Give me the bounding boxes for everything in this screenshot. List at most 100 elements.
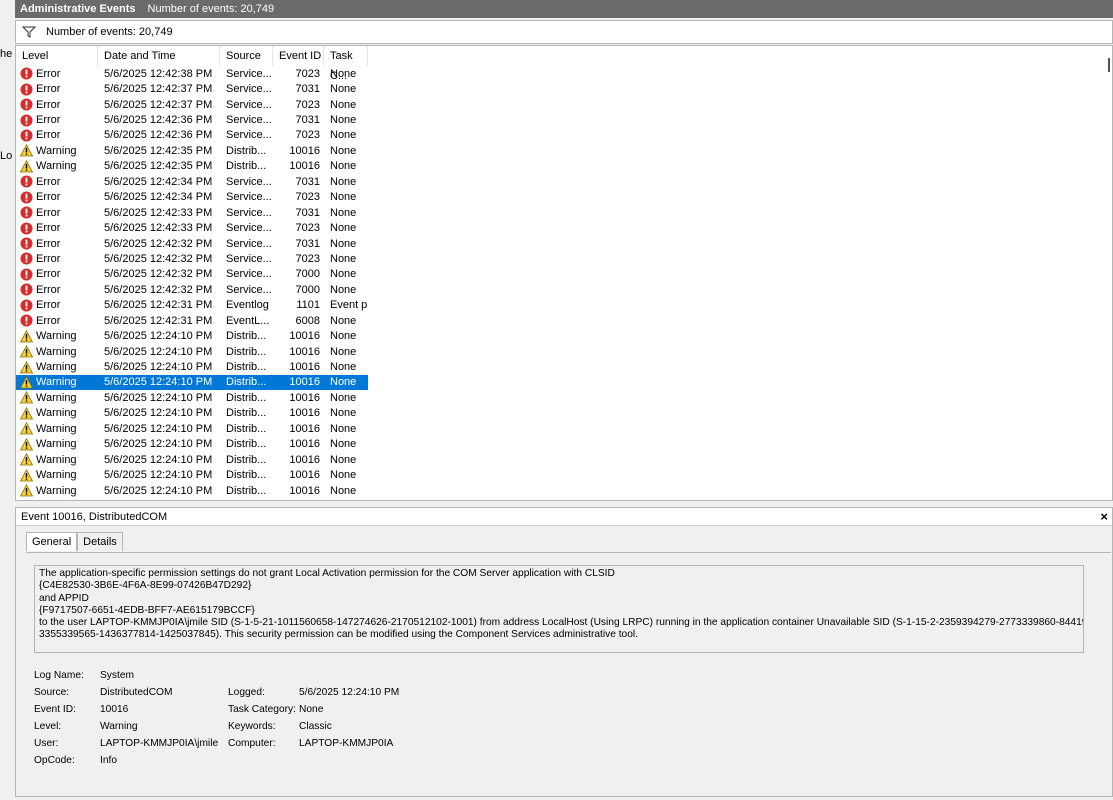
- table-row[interactable]: Error 5/6/2025 12:42:32 PM Service... 7031 N…: [16, 236, 368, 251]
- source-cell: Service...: [226, 252, 272, 265]
- event-id-cell: 10016: [289, 361, 320, 374]
- date-cell: 5/6/2025 12:42:32 PM: [104, 252, 213, 265]
- level-cell: Warning: [16, 360, 98, 374]
- task-category-cell: None: [330, 222, 357, 235]
- task-category-cell: None: [330, 252, 357, 265]
- event-id-cell: 10016: [289, 376, 320, 389]
- task-category-cell: None: [330, 283, 357, 296]
- table-row[interactable]: Error 5/6/2025 12:42:37 PM Service... 7031 N…: [16, 81, 368, 96]
- log-name-value: System: [100, 670, 134, 681]
- warning-icon: [20, 406, 36, 420]
- message-line: to the user LAPTOP-KMMJP0IA\jmile SID (S…: [39, 617, 1084, 629]
- event-id-cell: 7023: [295, 222, 320, 235]
- task-category-cell: None: [330, 206, 357, 219]
- message-line: {F9717507-6651-4EDB-BFF7-AE615179BCCF}: [39, 604, 255, 616]
- level-text: Error: [36, 191, 61, 204]
- level-text: Error: [36, 314, 61, 327]
- level-value: Warning: [100, 721, 138, 732]
- table-row[interactable]: Error 5/6/2025 12:42:32 PM Service... 7023 N…: [16, 251, 368, 266]
- task-category-cell: None: [330, 361, 357, 374]
- table-row[interactable]: Warning 5/6/2025 12:24:10 PM Distrib... 100…: [16, 344, 368, 359]
- table-row[interactable]: Error 5/6/2025 12:42:38 PM Service... 7023 N…: [16, 66, 368, 81]
- tab-details[interactable]: Details: [77, 532, 123, 551]
- level-cell: Warning: [16, 144, 98, 157]
- detail-title: Event 10016, DistributedCOM: [21, 511, 168, 523]
- level-cell: Warning: [16, 422, 98, 435]
- event-id-cell: 10016: [289, 469, 320, 482]
- col-task-category[interactable]: Task C...: [324, 46, 368, 82]
- opcode-value: Info: [100, 755, 117, 766]
- source-cell: Distrib...: [226, 160, 267, 173]
- table-row[interactable]: Error 5/6/2025 12:42:34 PM Service... 7031 N…: [16, 174, 368, 189]
- source-cell: Service...: [226, 283, 272, 296]
- table-row[interactable]: Error 5/6/2025 12:42:32 PM Service... 7000 N…: [16, 282, 368, 297]
- event-message[interactable]: The application-specific permission sett…: [34, 565, 1084, 653]
- event-id-cell: 7000: [295, 268, 320, 281]
- col-date[interactable]: Date and Time: [98, 46, 220, 66]
- table-row[interactable]: Warning 5/6/2025 12:42:35 PM Distrib... 100…: [16, 143, 368, 158]
- level-text: Warning: [36, 345, 77, 358]
- message-line: The application-specific permission sett…: [39, 568, 615, 579]
- date-cell: 5/6/2025 12:24:10 PM: [104, 422, 213, 435]
- filter-icon[interactable]: [22, 26, 36, 38]
- vertical-scrollbar[interactable]: [1104, 46, 1112, 500]
- event-id-cell: 6008: [295, 314, 320, 327]
- tab-general[interactable]: General: [26, 532, 78, 551]
- level-cell: Error: [16, 191, 98, 204]
- table-row[interactable]: Error 5/6/2025 12:42:33 PM Service... 7031 N…: [16, 205, 368, 220]
- error-icon: [20, 299, 36, 312]
- event-id-cell: 7031: [295, 206, 320, 219]
- table-row[interactable]: Error 5/6/2025 12:42:31 PM EventL... 6008 No…: [16, 313, 368, 328]
- table-row[interactable]: Warning 5/6/2025 12:24:10 PM Distrib... 100…: [16, 359, 368, 374]
- level-cell: Error: [16, 206, 98, 219]
- table-row[interactable]: Error 5/6/2025 12:42:31 PM Eventlog 1101 Eve…: [16, 298, 368, 313]
- opcode-label: OpCode:: [34, 755, 75, 766]
- table-row[interactable]: Warning 5/6/2025 12:24:10 PM Distrib... 100…: [16, 328, 368, 343]
- task-category-cell: None: [330, 98, 357, 111]
- table-row[interactable]: Warning 5/6/2025 12:24:10 PM Distrib... 100…: [16, 374, 368, 391]
- task-category-cell: None: [330, 438, 357, 451]
- date-cell: 5/6/2025 12:42:32 PM: [104, 268, 213, 281]
- table-row[interactable]: Error 5/6/2025 12:42:36 PM Service... 7023 N…: [16, 128, 368, 143]
- source-cell: Service...: [226, 98, 272, 111]
- table-row[interactable]: Warning 5/6/2025 12:24:10 PM Distrib... 100…: [16, 421, 368, 436]
- col-source[interactable]: Source: [220, 46, 273, 66]
- table-row[interactable]: Error 5/6/2025 12:42:32 PM Service... 7000 N…: [16, 267, 368, 282]
- task-category-cell: None: [330, 144, 357, 157]
- task-category-cell: None: [330, 469, 357, 482]
- level-cell: Error: [16, 98, 98, 111]
- list-header: Level Date and Time Source Event ID Task…: [16, 46, 368, 82]
- table-row[interactable]: Warning 5/6/2025 12:42:35 PM Distrib... 100…: [16, 159, 368, 174]
- table-row[interactable]: Warning 5/6/2025 12:24:10 PM Distrib... 100…: [16, 483, 368, 498]
- date-cell: 5/6/2025 12:42:33 PM: [104, 222, 213, 235]
- table-row[interactable]: Error 5/6/2025 12:42:34 PM Service... 7023 N…: [16, 190, 368, 205]
- table-row[interactable]: Warning 5/6/2025 12:24:10 PM Distrib... 100…: [16, 467, 368, 482]
- error-icon: [20, 191, 36, 204]
- level-cell: Error: [16, 237, 98, 250]
- source-cell: Distrib...: [226, 453, 267, 466]
- task-category-cell: None: [330, 330, 357, 343]
- level-cell: Warning: [16, 159, 98, 173]
- logged-label: Logged:: [228, 687, 265, 698]
- events-list[interactable]: Level Date and Time Source Event ID Task…: [15, 45, 1113, 501]
- table-row[interactable]: Error 5/6/2025 12:42:36 PM Service... 7031 N…: [16, 112, 368, 127]
- warning-icon: [20, 144, 36, 157]
- table-row[interactable]: Warning 5/6/2025 12:24:10 PM Distrib... 100…: [16, 406, 368, 421]
- level-cell: Error: [16, 299, 98, 312]
- keywords-value: Classic: [299, 721, 332, 732]
- table-row[interactable]: Warning 5/6/2025 12:24:10 PM Distrib... 100…: [16, 390, 368, 405]
- source-label: Source:: [34, 687, 70, 698]
- close-icon[interactable]: ×: [1100, 508, 1108, 526]
- event-id-cell: 10016: [289, 453, 320, 466]
- table-row[interactable]: Warning 5/6/2025 12:24:10 PM Distrib... 100…: [16, 437, 368, 452]
- task-category-cell: None: [330, 314, 357, 327]
- col-level[interactable]: Level: [16, 46, 98, 66]
- table-row[interactable]: Error 5/6/2025 12:42:33 PM Service... 7023 N…: [16, 220, 368, 235]
- task-category-cell: None: [330, 114, 357, 127]
- warning-icon: [20, 391, 36, 404]
- table-row[interactable]: Warning 5/6/2025 12:24:10 PM Distrib... 100…: [16, 452, 368, 467]
- source-cell: Service...: [226, 222, 272, 235]
- table-row[interactable]: Error 5/6/2025 12:42:37 PM Service... 7023 N…: [16, 97, 368, 112]
- col-event-id[interactable]: Event ID: [273, 46, 324, 66]
- event-id-cell: 7031: [295, 175, 320, 188]
